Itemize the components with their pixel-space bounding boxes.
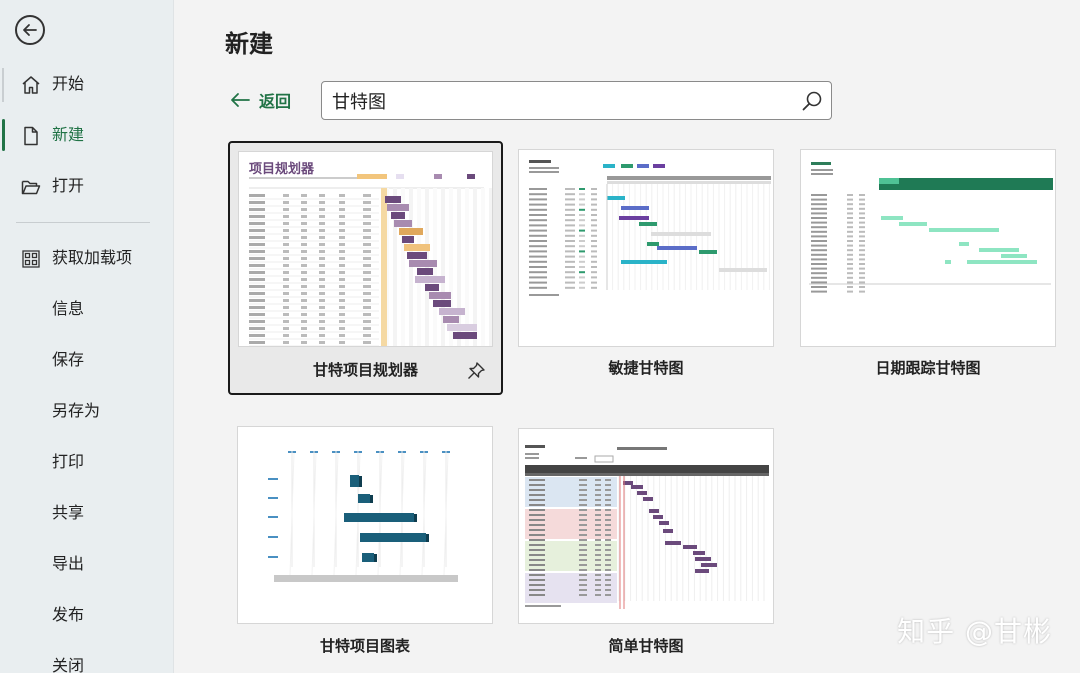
template-thumbnail <box>518 428 774 624</box>
arrow-left-icon <box>23 24 37 36</box>
pin-icon[interactable] <box>466 361 486 381</box>
date-tracking-gantt-preview <box>801 150 1055 346</box>
sidebar-item-save-as[interactable]: 另存为 <box>0 391 174 431</box>
sidebar-item-label: 打印 <box>52 452 85 471</box>
arrow-left-icon <box>231 93 250 107</box>
sidebar-item-label: 获取加载项 <box>52 248 133 267</box>
template-thumbnail <box>518 149 774 347</box>
gantt-planner-preview: 项目规划器 <box>239 152 492 346</box>
sidebar-item-label: 共享 <box>52 503 85 522</box>
template-card-agile-gantt[interactable]: 敏捷甘特图 <box>518 149 774 381</box>
agile-gantt-preview <box>519 150 773 346</box>
sidebar-item-label: 关闭 <box>52 656 85 673</box>
sidebar-item-label: 打开 <box>52 176 85 195</box>
sidebar: 开始 新建 打开 获取加载项 信息 保存 另存为 打印 共享 导出 发布 关闭 <box>0 0 174 673</box>
sidebar-item-label: 开始 <box>52 74 85 93</box>
sidebar-item-close[interactable]: 关闭 <box>0 646 174 673</box>
gantt-chart-preview <box>238 427 492 623</box>
template-card-gantt-project-chart[interactable]: 甘特项目图表 <box>237 426 493 655</box>
sidebar-item-label: 保存 <box>52 350 85 369</box>
sidebar-item-get-add-ins[interactable]: 获取加载项 <box>0 238 174 278</box>
sidebar-item-print[interactable]: 打印 <box>0 442 174 482</box>
sidebar-item-home[interactable]: 开始 <box>0 64 174 104</box>
sidebar-item-label: 新建 <box>52 125 85 144</box>
page-title: 新建 <box>225 30 273 58</box>
sidebar-item-info[interactable]: 信息 <box>0 289 174 329</box>
template-card-gantt-project-planner[interactable]: 项目规划器 甘特项目规划器 <box>228 141 503 395</box>
template-thumbnail <box>237 426 493 624</box>
back-link-label: 返回 <box>259 92 292 111</box>
search-icon[interactable] <box>800 89 824 113</box>
template-thumbnail <box>800 149 1056 347</box>
template-name: 甘特项目规划器 <box>312 361 418 379</box>
open-folder-icon <box>21 180 41 195</box>
sidebar-item-export[interactable]: 导出 <box>0 544 174 584</box>
thumb-title: 项目规划器 <box>249 161 315 177</box>
template-name: 简单甘特图 <box>608 637 684 655</box>
template-name: 日期跟踪甘特图 <box>875 359 981 377</box>
template-name: 敏捷甘特图 <box>608 359 684 377</box>
template-name: 甘特项目图表 <box>319 637 410 655</box>
sidebar-item-open[interactable]: 打开 <box>0 166 174 206</box>
search-box <box>321 81 832 120</box>
home-icon <box>22 76 40 94</box>
add-ins-grid-icon <box>22 250 40 268</box>
sidebar-item-save[interactable]: 保存 <box>0 340 174 380</box>
template-card-simple-gantt[interactable]: 简单甘特图 <box>518 428 774 655</box>
sidebar-item-label: 信息 <box>52 299 85 318</box>
sidebar-item-label: 发布 <box>52 605 85 624</box>
new-document-icon <box>24 126 38 146</box>
sidebar-item-label: 另存为 <box>52 401 101 420</box>
watermark-text: 知乎 @甘彬 <box>897 615 1052 648</box>
template-card-date-tracking-gantt[interactable]: 日期跟踪甘特图 <box>800 149 1056 381</box>
sidebar-item-new[interactable]: 新建 <box>0 115 174 155</box>
back-arrow-button[interactable] <box>15 15 45 45</box>
sidebar-item-label: 导出 <box>52 554 85 573</box>
back-link[interactable]: 返回 <box>229 88 291 112</box>
sidebar-divider <box>16 222 150 223</box>
simple-gantt-preview <box>519 429 773 623</box>
sidebar-item-publish[interactable]: 发布 <box>0 595 174 635</box>
sidebar-item-share[interactable]: 共享 <box>0 493 174 533</box>
template-thumbnail: 项目规划器 <box>238 151 493 347</box>
search-input[interactable] <box>332 88 792 114</box>
